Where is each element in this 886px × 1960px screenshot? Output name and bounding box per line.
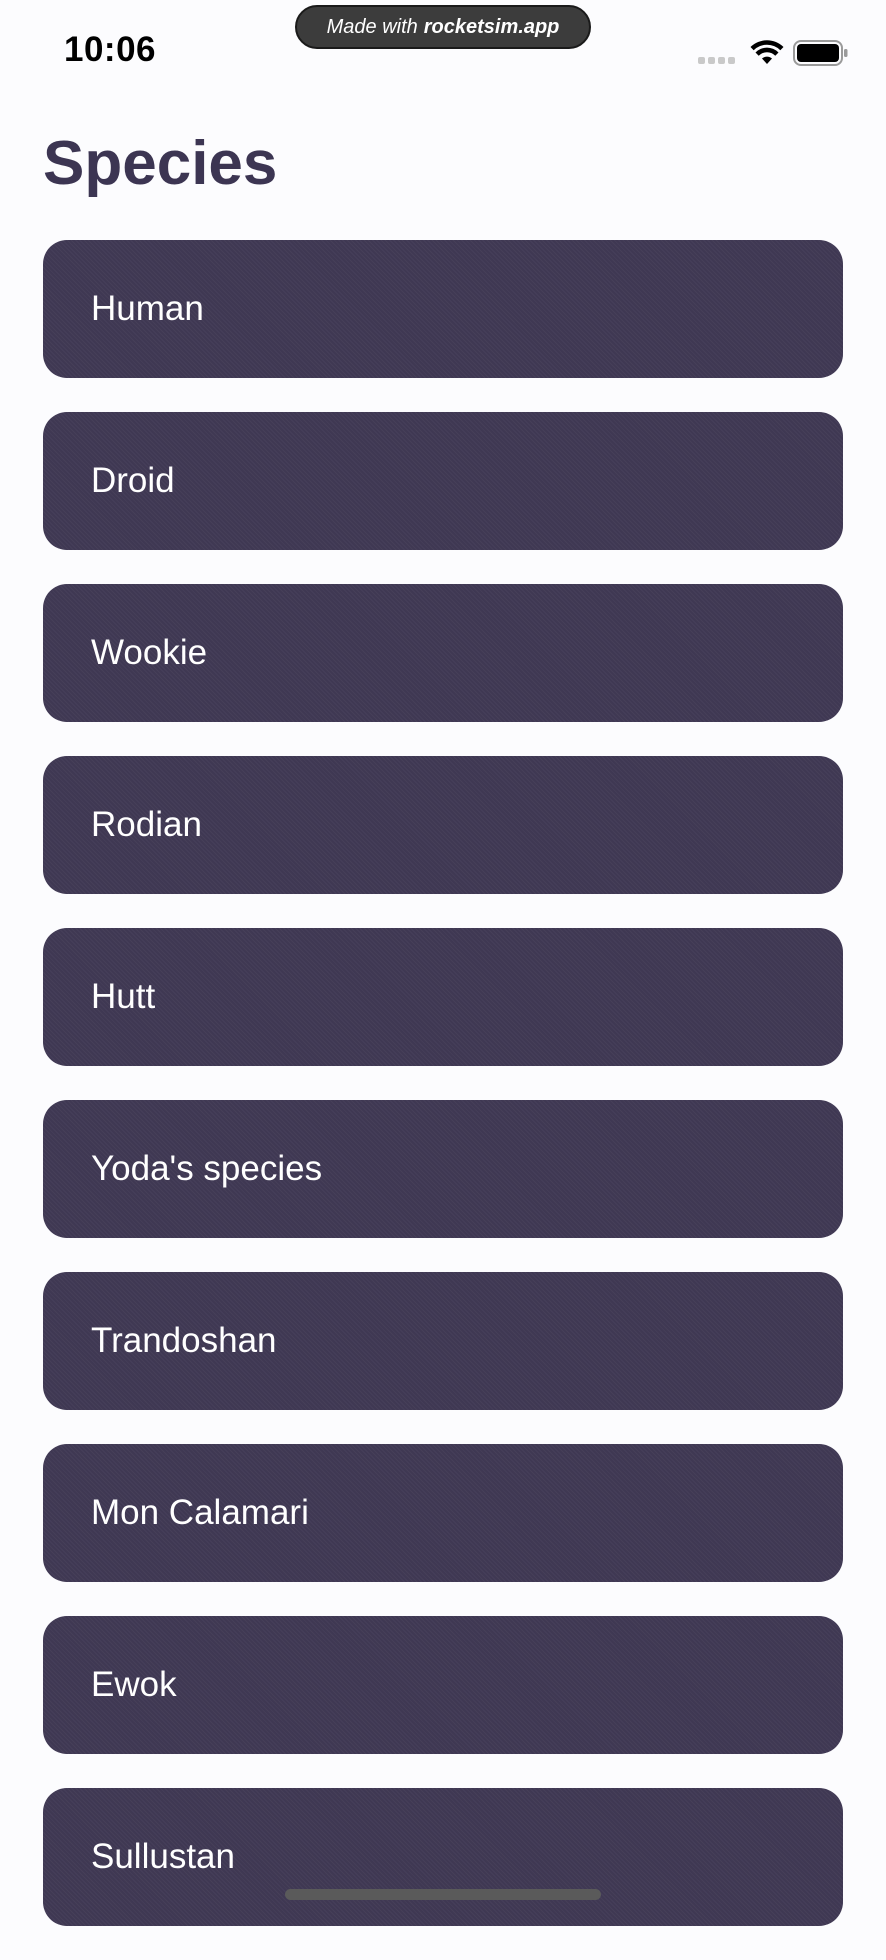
species-label: Mon Calamari bbox=[91, 1493, 309, 1532]
species-row-rodian[interactable]: Rodian bbox=[43, 756, 843, 894]
species-label: Rodian bbox=[91, 805, 202, 844]
species-label: Droid bbox=[91, 461, 175, 500]
species-row-wookie[interactable]: Wookie bbox=[43, 584, 843, 722]
status-time: 10:06 bbox=[64, 30, 157, 69]
status-bar: 10:06 Made with rocketsim.app bbox=[0, 0, 886, 80]
home-indicator[interactable] bbox=[285, 1889, 601, 1900]
species-row-mon-calamari[interactable]: Mon Calamari bbox=[43, 1444, 843, 1582]
species-row-droid[interactable]: Droid bbox=[43, 412, 843, 550]
banner-brand: rocketsim.app bbox=[423, 15, 560, 38]
species-row-ewok[interactable]: Ewok bbox=[43, 1616, 843, 1754]
species-label: Wookie bbox=[91, 633, 208, 672]
species-row-sullustan[interactable]: Sullustan bbox=[43, 1788, 843, 1926]
species-row-yodas-species[interactable]: Yoda's species bbox=[43, 1100, 843, 1238]
page-title: Species bbox=[43, 129, 278, 198]
species-label: Human bbox=[91, 289, 204, 328]
species-label: Sullustan bbox=[91, 1837, 235, 1876]
rocketsim-banner: Made with rocketsim.app bbox=[295, 5, 591, 49]
wifi-icon bbox=[750, 40, 784, 64]
species-label: Ewok bbox=[91, 1665, 177, 1704]
species-label: Yoda's species bbox=[91, 1149, 323, 1188]
species-label: Trandoshan bbox=[91, 1321, 277, 1360]
species-row-hutt[interactable]: Hutt bbox=[43, 928, 843, 1066]
species-label: Hutt bbox=[91, 977, 156, 1016]
battery-icon bbox=[793, 40, 848, 66]
species-row-human[interactable]: Human bbox=[43, 240, 843, 378]
banner-prefix: Made with bbox=[326, 15, 418, 38]
signal-icon bbox=[698, 57, 735, 64]
species-list: Human Droid Wookie Rodian Hutt Yoda's sp… bbox=[43, 240, 843, 1960]
species-row-trandoshan[interactable]: Trandoshan bbox=[43, 1272, 843, 1410]
